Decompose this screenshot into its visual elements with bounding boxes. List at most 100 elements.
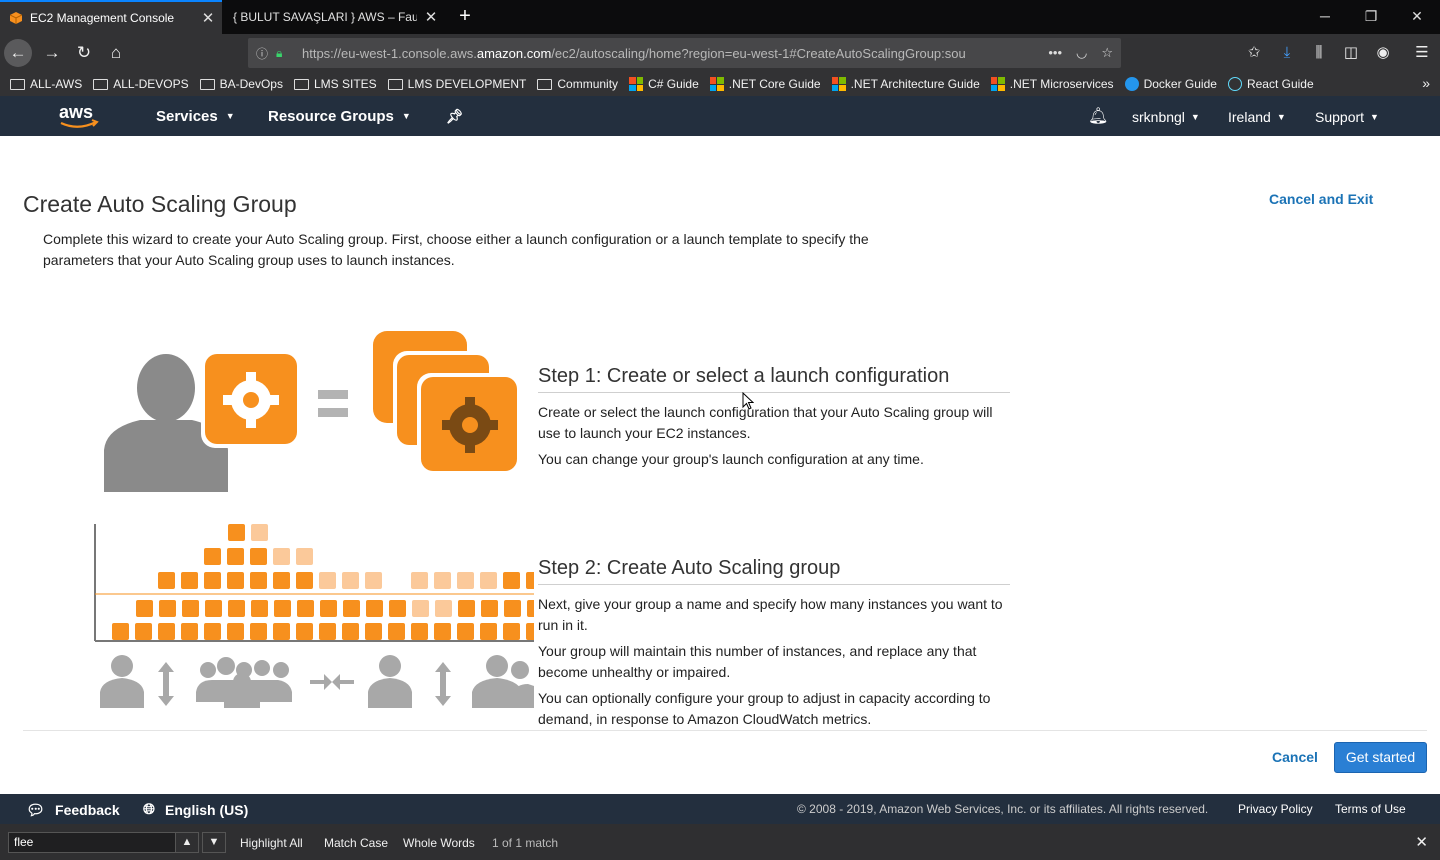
support-menu[interactable]: Support ▼ bbox=[1315, 109, 1379, 125]
page-actions-icon[interactable]: ••• bbox=[1048, 45, 1062, 61]
capacity-block bbox=[251, 600, 268, 617]
pocket-icon[interactable]: ◡ bbox=[1076, 45, 1087, 61]
stacked-config-cards-icon bbox=[373, 331, 521, 475]
capacity-block bbox=[342, 623, 359, 640]
bookmark-all-aws[interactable]: ALL-AWS bbox=[10, 77, 82, 91]
capacity-block bbox=[343, 600, 360, 617]
step1-heading: Step 1: Create or select a launch config… bbox=[538, 365, 1010, 393]
restore-icon[interactable]: ❐ bbox=[1348, 0, 1394, 34]
tab-ec2-console[interactable]: EC2 Management Console ✕ bbox=[0, 0, 222, 34]
bookmark-react-guide[interactable]: React Guide bbox=[1227, 77, 1314, 91]
gear-card-icon bbox=[201, 350, 301, 448]
equals-sign-icon bbox=[318, 390, 348, 417]
capacity-block bbox=[112, 623, 129, 640]
step2-paragraph-1: Next, give your group a name and specify… bbox=[538, 596, 1003, 633]
library-icon[interactable]: ⫼ bbox=[1305, 39, 1333, 67]
tab-bulut-savaslari[interactable]: { BULUT SAVAŞLARI } AWS – Fault Te ✕ bbox=[223, 0, 445, 34]
home-icon[interactable]: ⌂ bbox=[102, 39, 130, 67]
bookmark-lms-sites[interactable]: LMS SITES bbox=[293, 77, 377, 91]
forward-arrow-icon[interactable]: → bbox=[38, 39, 66, 67]
bookmark-ba-devops[interactable]: BA-DevOps bbox=[199, 77, 283, 91]
bookmark-community[interactable]: Community bbox=[537, 77, 618, 91]
address-bar[interactable]: ⓘ 🔒︎ https://eu-west-1.console.aws.amazo… bbox=[248, 38, 1121, 68]
footer-divider bbox=[23, 730, 1427, 731]
terms-of-use-link[interactable]: Terms of Use bbox=[1335, 802, 1406, 816]
scaling-people-icons bbox=[100, 655, 534, 708]
reload-icon[interactable]: ↻ bbox=[70, 39, 98, 67]
user-menu[interactable]: srknbngl ▼ bbox=[1132, 109, 1200, 125]
capacity-block bbox=[250, 623, 267, 640]
account-icon[interactable]: ◉ bbox=[1369, 39, 1397, 67]
capacity-block bbox=[296, 572, 313, 589]
download-icon[interactable]: ⤓ bbox=[1273, 39, 1301, 67]
hamburger-menu-icon[interactable]: ☰ bbox=[1408, 39, 1436, 67]
match-case-toggle[interactable]: Match Case bbox=[324, 836, 388, 850]
capacity-block bbox=[365, 623, 382, 640]
capacity-block bbox=[480, 623, 497, 640]
find-previous-chevron-up-icon[interactable]: ▲ bbox=[175, 832, 199, 853]
speech-bubble-icon: 💬︎ bbox=[26, 802, 46, 819]
privacy-policy-link[interactable]: Privacy Policy bbox=[1238, 802, 1313, 816]
cancel-button[interactable]: Cancel bbox=[1272, 749, 1318, 765]
page-title: Create Auto Scaling Group bbox=[23, 191, 297, 217]
back-arrow-icon[interactable]: ← bbox=[4, 39, 32, 67]
whole-words-toggle[interactable]: Whole Words bbox=[403, 836, 475, 850]
resource-groups-menu[interactable]: Resource Groups ▼ bbox=[268, 108, 411, 125]
capacity-block bbox=[182, 600, 199, 617]
capacity-block bbox=[366, 600, 383, 617]
chevron-down-icon: ▼ bbox=[1370, 112, 1379, 122]
window-close-icon[interactable]: ✕ bbox=[1394, 0, 1440, 34]
tab-title: EC2 Management Console bbox=[30, 11, 175, 25]
get-started-button[interactable]: Get started bbox=[1334, 742, 1427, 773]
bookmark-net-core-guide[interactable]: .NET Core Guide bbox=[709, 77, 821, 91]
microsoft-icon bbox=[990, 77, 1005, 91]
highlight-all-toggle[interactable]: Highlight All bbox=[240, 836, 303, 850]
capacity-block bbox=[228, 524, 245, 541]
bookmark-docker-guide[interactable]: Docker Guide bbox=[1124, 77, 1217, 91]
cancel-and-exit-link[interactable]: Cancel and Exit bbox=[1269, 191, 1373, 207]
bookmark-net-microservices[interactable]: .NET Microservices bbox=[990, 77, 1114, 91]
folder-icon bbox=[10, 78, 25, 90]
step1-paragraph-1: Create or select the launch configuratio… bbox=[538, 404, 993, 441]
more-bookmarks-chevron-icon[interactable]: » bbox=[1422, 75, 1430, 91]
svg-text:aws: aws bbox=[59, 102, 93, 122]
sidebar-icon[interactable]: ◫ bbox=[1337, 39, 1365, 67]
capacity-block bbox=[273, 623, 290, 640]
close-tab-icon[interactable]: ✕ bbox=[194, 9, 222, 27]
aws-logo[interactable]: aws bbox=[58, 101, 102, 131]
new-tab-plus-icon[interactable]: + bbox=[452, 4, 478, 30]
capacity-block bbox=[342, 572, 359, 589]
language-selector[interactable]: 🌐︎ English (US) bbox=[143, 801, 248, 818]
site-info-icon[interactable]: ⓘ bbox=[248, 45, 276, 62]
close-tab-icon[interactable]: ✕ bbox=[417, 8, 445, 26]
intro-text: Complete this wizard to create your Auto… bbox=[43, 231, 869, 268]
find-in-page-bar: flee ▲ ▼ Highlight All Match Case Whole … bbox=[0, 824, 1440, 860]
chevron-down-icon: ▼ bbox=[1190, 112, 1200, 122]
bell-icon[interactable]: 🔔︎ bbox=[1088, 106, 1108, 126]
services-menu[interactable]: Services ▼ bbox=[156, 108, 235, 125]
close-find-bar-icon[interactable]: ✕ bbox=[1415, 833, 1428, 851]
capacity-block bbox=[504, 600, 521, 617]
bookmarks-star-icon[interactable]: ✩ bbox=[1240, 39, 1268, 67]
browser-navbar: ← → ↻ ⌂ ⓘ 🔒︎ https://eu-west-1.console.a… bbox=[0, 34, 1440, 72]
microsoft-icon bbox=[831, 77, 846, 91]
bookmark-all-devops[interactable]: ALL-DEVOPS bbox=[93, 77, 189, 91]
capacity-block bbox=[320, 600, 337, 617]
lock-icon: 🔒︎ bbox=[276, 45, 283, 60]
capacity-block bbox=[296, 623, 313, 640]
step1-paragraph-2: You can change your group's launch confi… bbox=[538, 451, 924, 467]
bookmark-csharp-guide[interactable]: C# Guide bbox=[629, 77, 699, 91]
find-input[interactable]: flee bbox=[8, 832, 176, 853]
feedback-link[interactable]: 💬︎ Feedback bbox=[26, 801, 120, 819]
minimize-icon[interactable]: ─ bbox=[1302, 0, 1348, 34]
bookmark-net-architecture-guide[interactable]: .NET Architecture Guide bbox=[831, 77, 980, 91]
bookmark-star-icon[interactable]: ☆ bbox=[1101, 45, 1113, 61]
pin-icon[interactable]: 📌︎ bbox=[446, 108, 464, 125]
bookmark-lms-development[interactable]: LMS DEVELOPMENT bbox=[387, 77, 526, 91]
find-next-chevron-down-icon[interactable]: ▼ bbox=[202, 832, 226, 853]
region-menu[interactable]: Ireland ▼ bbox=[1228, 109, 1286, 125]
tab-title: { BULUT SAVAŞLARI } AWS – Fault Te bbox=[233, 10, 417, 24]
capacity-block bbox=[250, 548, 267, 565]
capacity-block bbox=[388, 623, 405, 640]
react-icon bbox=[1227, 77, 1242, 91]
